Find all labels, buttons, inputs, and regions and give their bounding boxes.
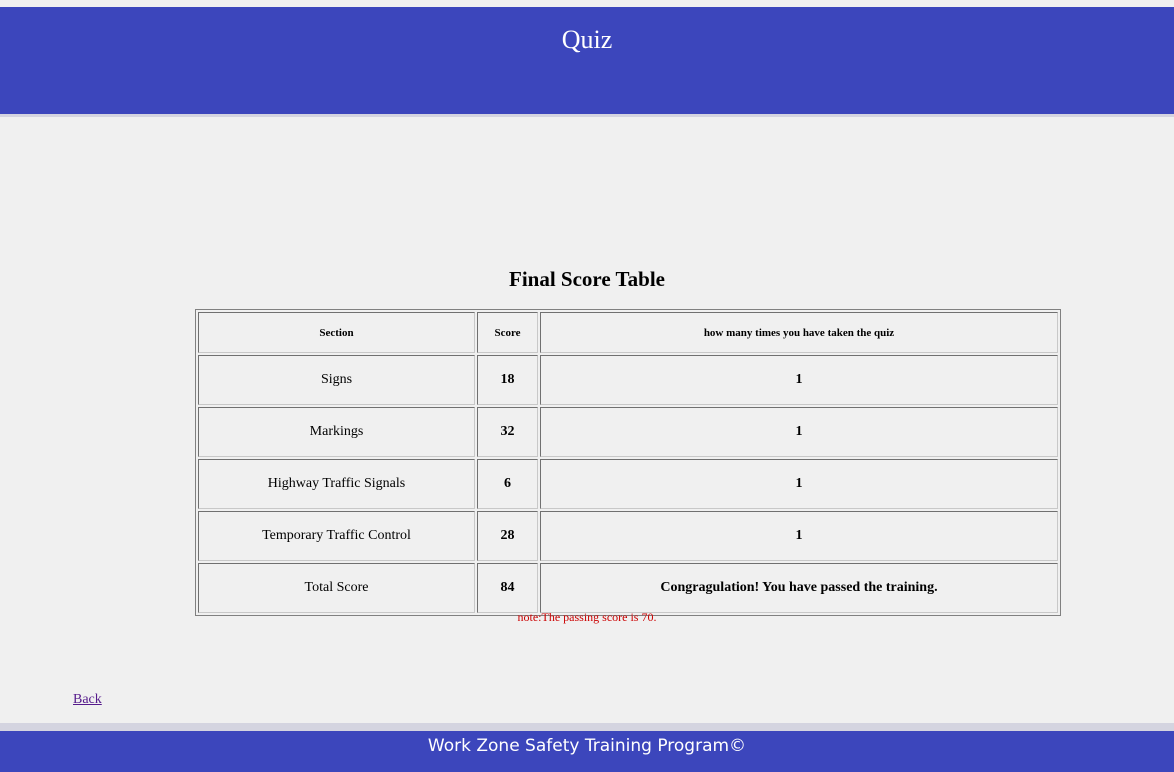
score-table: Section Score how many times you have ta… xyxy=(195,309,1061,616)
times-cell: 1 xyxy=(540,355,1058,405)
table-row: Signs 18 1 xyxy=(198,355,1058,405)
table-row: Markings 32 1 xyxy=(198,407,1058,457)
section-cell: Signs xyxy=(198,355,475,405)
result-message-cell: Congragulation! You have passed the trai… xyxy=(540,563,1058,613)
top-strip xyxy=(0,0,1174,7)
table-row: Temporary Traffic Control 28 1 xyxy=(198,511,1058,561)
footer-separator xyxy=(0,723,1174,731)
passing-score-note: note:The passing score is 70. xyxy=(0,610,1174,625)
column-header-times: how many times you have taken the quiz xyxy=(540,312,1058,353)
score-cell: 6 xyxy=(477,459,538,509)
table-title: Final Score Table xyxy=(0,267,1174,292)
section-cell: Temporary Traffic Control xyxy=(198,511,475,561)
section-cell: Markings xyxy=(198,407,475,457)
footer-text: Work Zone Safety Training Program© xyxy=(428,736,746,756)
section-cell: Highway Traffic Signals xyxy=(198,459,475,509)
times-cell: 1 xyxy=(540,407,1058,457)
score-cell: 32 xyxy=(477,407,538,457)
times-cell: 1 xyxy=(540,459,1058,509)
total-row: Total Score 84 Congragulation! You have … xyxy=(198,563,1058,613)
score-cell: 28 xyxy=(477,511,538,561)
total-label-cell: Total Score xyxy=(198,563,475,613)
column-header-score: Score xyxy=(477,312,538,353)
page-header: Quiz xyxy=(0,7,1174,117)
times-cell: 1 xyxy=(540,511,1058,561)
score-cell: 18 xyxy=(477,355,538,405)
main-content: Final Score Table Section Score how many… xyxy=(0,117,1174,723)
column-header-section: Section xyxy=(198,312,475,353)
page-footer: Work Zone Safety Training Program© xyxy=(0,731,1174,772)
table-header-row: Section Score how many times you have ta… xyxy=(198,312,1058,353)
page-title: Quiz xyxy=(0,25,1174,55)
table-row: Highway Traffic Signals 6 1 xyxy=(198,459,1058,509)
back-link[interactable]: Back xyxy=(73,692,102,708)
total-score-cell: 84 xyxy=(477,563,538,613)
